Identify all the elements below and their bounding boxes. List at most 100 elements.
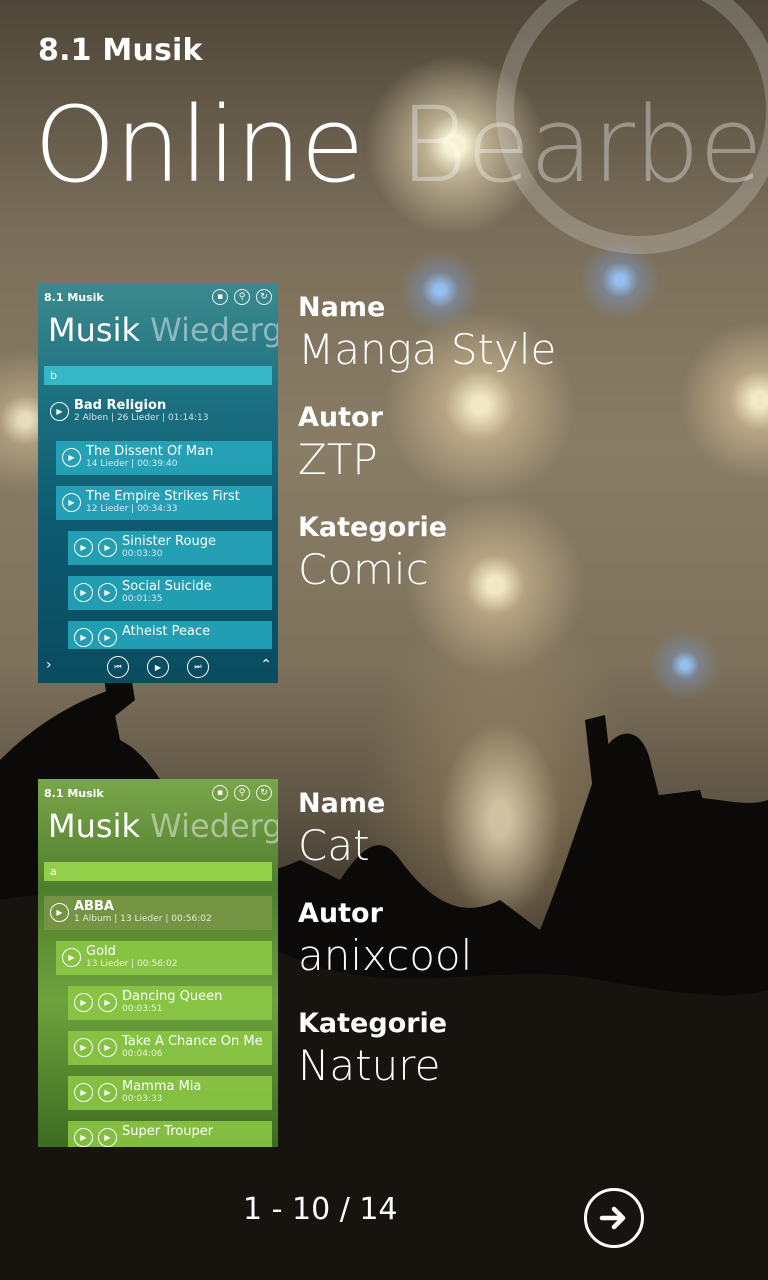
preview-row: ▶ ▶ Take A Chance On Me 00:04:06 xyxy=(68,1031,272,1065)
preview-row-sub: 00:03:30 xyxy=(122,549,163,559)
play-icon: ▶ xyxy=(50,903,69,922)
preview-row: ▶ ▶ Atheist Peace xyxy=(68,621,272,649)
search-icon: ⚲ xyxy=(234,785,250,801)
play-icon: ▶ xyxy=(62,448,81,467)
play-icon: ▶ xyxy=(74,538,93,557)
theme-preview-image[interactable]: 8.1 Musik ▪ ⚲ ↻ Musik Wiedergabe b ▶ Bad… xyxy=(38,283,278,683)
play-icon: ▶ xyxy=(98,1128,117,1147)
preview-row: ▶ Gold 13 Lieder | 00:56:02 xyxy=(56,941,272,975)
chevron-up-icon: ⌃ xyxy=(260,657,272,673)
lock-icon: ▪ xyxy=(212,785,228,801)
theme-list-item[interactable]: 8.1 Musik ▪ ⚲ ↻ Musik Wiedergabe a ▶ ABB… xyxy=(38,779,768,1179)
preview-row: ▶ The Dissent Of Man 14 Lieder | 00:39:4… xyxy=(56,441,272,475)
theme-author: ZTP xyxy=(298,435,378,484)
preview-app-title: 8.1 Musik xyxy=(44,291,104,304)
preview-row-title: Super Trouper xyxy=(122,1124,214,1139)
preview-row: ▶ ▶ Mamma Mia 00:03:33 xyxy=(68,1076,272,1110)
refresh-icon: ↻ xyxy=(256,785,272,801)
preview-pivot-next: Wiedergabe xyxy=(150,311,278,349)
search-icon: ⚲ xyxy=(234,289,250,305)
preview-pivot: Musik Wiedergabe xyxy=(48,311,278,349)
preview-row: ▶ ▶ Dancing Queen 00:03:51 xyxy=(68,986,272,1020)
theme-author: anixcool xyxy=(298,931,473,980)
preview-row-title: The Dissent Of Man xyxy=(86,444,214,459)
preview-pivot-main: Musik xyxy=(48,807,140,845)
preview-row-sub: 14 Lieder | 00:39:40 xyxy=(86,459,178,469)
preview-row-sub: 13 Lieder | 00:56:02 xyxy=(86,959,178,969)
category-label: Kategorie xyxy=(298,512,448,543)
preview-row-title: The Empire Strikes First xyxy=(86,489,240,504)
theme-preview-image[interactable]: 8.1 Musik ▪ ⚲ ↻ Musik Wiedergabe a ▶ ABB… xyxy=(38,779,278,1147)
preview-pivot: Musik Wiedergabe xyxy=(48,807,278,845)
preview-row: ▶ ABBA 1 Album | 13 Lieder | 00:56:02 xyxy=(44,896,272,930)
play-icon: ▶ xyxy=(62,493,81,512)
play-icon: ▶ xyxy=(74,1038,93,1057)
preview-search-box: a xyxy=(44,862,272,881)
theme-category: Comic xyxy=(298,545,429,594)
preview-row-sub: 00:01:35 xyxy=(122,594,163,604)
refresh-icon: ↻ xyxy=(256,289,272,305)
preview-row-title: ABBA xyxy=(74,899,114,914)
preview-row-sub: 00:04:06 xyxy=(122,1049,163,1059)
previous-icon: ⏮ xyxy=(107,656,129,678)
name-label: Name xyxy=(298,292,386,323)
preview-toolbar: ▪ ⚲ ↻ xyxy=(212,785,272,801)
play-icon: ▶ xyxy=(74,993,93,1012)
theme-info: Name Cat Autor anixcool Kategorie Nature xyxy=(298,787,472,1117)
theme-name: Cat xyxy=(298,821,370,870)
preview-row-sub: 1 Album | 13 Lieder | 00:56:02 xyxy=(74,914,212,924)
play-icon: ▶ xyxy=(98,628,117,647)
preview-row-title: Sinister Rouge xyxy=(122,534,216,549)
theme-list-item[interactable]: 8.1 Musik ▪ ⚲ ↻ Musik Wiedergabe b ▶ Bad… xyxy=(38,283,768,683)
preview-row: ▶ ▶ Social Suicide 00:01:35 xyxy=(68,576,272,610)
preview-row-title: Social Suicide xyxy=(122,579,212,594)
preview-row-title: Mamma Mia xyxy=(122,1079,202,1094)
name-label: Name xyxy=(298,788,386,819)
preview-pivot-main: Musik xyxy=(48,311,140,349)
preview-row-sub: 00:03:51 xyxy=(122,1004,163,1014)
play-icon: ▶ xyxy=(74,628,93,647)
author-label: Autor xyxy=(298,402,383,433)
next-page-button[interactable] xyxy=(584,1188,644,1248)
next-track-icon: ⏭ xyxy=(187,656,209,678)
category-label: Kategorie xyxy=(298,1008,448,1039)
preview-row-sub: 2 Alben | 26 Lieder | 01:14:13 xyxy=(74,413,209,423)
theme-category: Nature xyxy=(298,1041,441,1090)
preview-pivot-next: Wiedergabe xyxy=(150,807,278,845)
preview-row-title: Take A Chance On Me xyxy=(122,1034,263,1049)
author-label: Autor xyxy=(298,898,383,929)
play-icon: ▶ xyxy=(50,402,69,421)
play-icon: ▶ xyxy=(98,993,117,1012)
pivot-item-online[interactable]: Online xyxy=(34,84,364,206)
preview-row: ▶ ▶ Sinister Rouge 00:03:30 xyxy=(68,531,272,565)
preview-row: ▶ The Empire Strikes First 12 Lieder | 0… xyxy=(56,486,272,520)
play-icon: ▶ xyxy=(98,538,117,557)
preview-player-bar: › ⏮ ▶ ⏭ ⌃ xyxy=(38,651,278,683)
preview-row-sub: 12 Lieder | 00:34:33 xyxy=(86,504,178,514)
arrow-right-icon xyxy=(599,1206,626,1230)
preview-row-title: Bad Religion xyxy=(74,398,167,413)
theme-info: Name Manga Style Autor ZTP Kategorie Com… xyxy=(298,291,556,621)
preview-search-box: b xyxy=(44,366,272,385)
play-icon: ▶ xyxy=(98,583,117,602)
play-icon: ▶ xyxy=(74,583,93,602)
preview-row-title: Atheist Peace xyxy=(122,624,211,639)
theme-name: Manga Style xyxy=(298,325,557,374)
page-indicator: 1 - 10 / 14 xyxy=(243,1192,398,1227)
app-title: 8.1 Musik xyxy=(38,33,203,68)
preview-row: ▶ Bad Religion 2 Alben | 26 Lieder | 01:… xyxy=(44,395,272,429)
lock-icon: ▪ xyxy=(212,289,228,305)
play-icon: ▶ xyxy=(98,1083,117,1102)
preview-app-title: 8.1 Musik xyxy=(44,787,104,800)
pivot-header: Online Bearbeiten xyxy=(34,84,768,206)
preview-row-title: Dancing Queen xyxy=(122,989,223,1004)
play-icon: ▶ xyxy=(62,948,81,967)
preview-row: ▶ ▶ Super Trouper xyxy=(68,1121,272,1147)
preview-row-sub: 00:03:33 xyxy=(122,1094,163,1104)
play-icon: ▶ xyxy=(74,1128,93,1147)
play-icon: ▶ xyxy=(98,1038,117,1057)
chevron-right-icon: › xyxy=(46,657,52,673)
play-icon: ▶ xyxy=(74,1083,93,1102)
pivot-item-bearbeiten[interactable]: Bearbeiten xyxy=(399,84,768,206)
preview-toolbar: ▪ ⚲ ↻ xyxy=(212,289,272,305)
